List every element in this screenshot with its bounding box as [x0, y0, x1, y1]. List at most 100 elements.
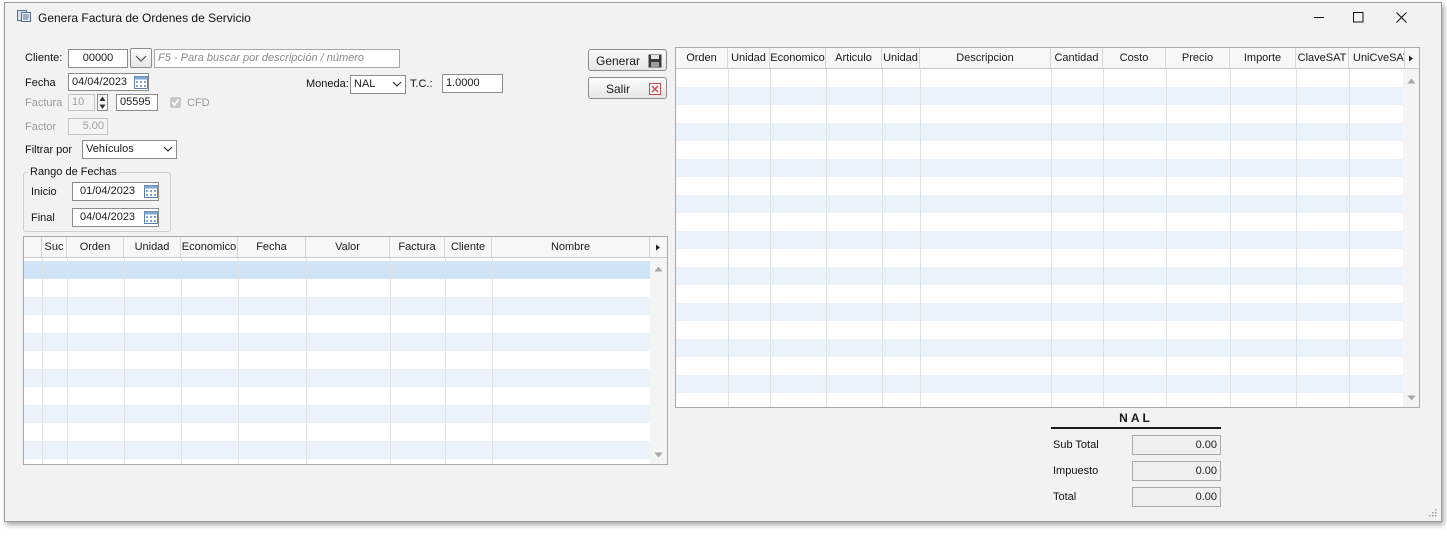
maximize-button[interactable]	[1336, 3, 1380, 31]
detail-col-unidad[interactable]: Unidad	[728, 48, 770, 68]
scroll-right-icon[interactable]	[655, 244, 661, 251]
orders-col-factura[interactable]: Factura	[390, 237, 445, 257]
factor-field[interactable]: 5.00	[68, 118, 108, 135]
detail-grid[interactable]: Orden Unidad Economico Articulo Unidad D…	[675, 47, 1420, 408]
tc-field[interactable]: 1.0000	[442, 74, 503, 93]
detail-col-descripcion[interactable]: Descripcion	[920, 48, 1051, 68]
detail-col-clavesat[interactable]: ClaveSAT	[1296, 48, 1349, 68]
window-title: Genera Factura de Ordenes de Servicio	[38, 11, 251, 25]
detail-col-cantidad[interactable]: Cantidad	[1051, 48, 1103, 68]
chevron-down-icon	[392, 81, 402, 87]
table-row[interactable]	[24, 441, 650, 459]
table-row[interactable]	[24, 279, 650, 297]
table-row[interactable]	[24, 261, 650, 279]
table-row[interactable]	[676, 177, 1403, 195]
orders-col-cliente[interactable]: Cliente	[445, 237, 492, 257]
column-divider	[445, 258, 446, 464]
detail-col-economico[interactable]: Economico	[770, 48, 826, 68]
table-row[interactable]	[676, 267, 1403, 285]
detail-grid-scrollbar[interactable]	[1403, 69, 1419, 407]
table-row[interactable]	[24, 297, 650, 315]
table-row[interactable]	[24, 315, 650, 333]
scroll-up-icon[interactable]	[1407, 78, 1416, 84]
factor-label: Factor	[25, 121, 57, 133]
table-row[interactable]	[676, 213, 1403, 231]
orders-col-fecha[interactable]: Fecha	[238, 237, 306, 257]
fecha-label: Fecha	[25, 77, 56, 89]
factura-label: Factura	[25, 97, 63, 109]
table-row[interactable]	[676, 285, 1403, 303]
table-row[interactable]	[676, 303, 1403, 321]
close-button[interactable]	[1379, 3, 1423, 31]
factura-serie-stepper[interactable]	[97, 94, 108, 111]
scroll-up-icon[interactable]	[654, 266, 663, 272]
table-row[interactable]	[676, 195, 1403, 213]
checkmark-icon	[171, 99, 180, 107]
salir-button[interactable]: Salir	[588, 77, 667, 99]
table-row[interactable]	[24, 387, 650, 405]
orders-grid-scrollbar[interactable]	[650, 258, 667, 464]
cliente-search-input[interactable]: F5 - Para buscar por descripción / númer…	[154, 49, 400, 68]
fecha-value: 04/04/2023	[72, 76, 128, 88]
arrow-up-icon[interactable]	[99, 96, 106, 102]
table-row[interactable]	[676, 357, 1403, 375]
scroll-right-icon[interactable]	[1408, 55, 1414, 62]
table-row[interactable]	[676, 123, 1403, 141]
table-row[interactable]	[676, 69, 1403, 87]
orders-col-unidad[interactable]: Unidad	[124, 237, 181, 257]
moneda-select[interactable]: NAL	[350, 75, 406, 94]
column-divider	[181, 258, 182, 464]
cliente-dropdown-button[interactable]	[130, 48, 152, 68]
save-icon	[648, 54, 662, 68]
orders-col-valor[interactable]: Valor	[306, 237, 390, 257]
column-divider	[882, 69, 883, 407]
detail-col-importe[interactable]: Importe	[1230, 48, 1296, 68]
table-row[interactable]	[24, 423, 650, 441]
detail-col-articulo[interactable]: Articulo	[826, 48, 882, 68]
cliente-field[interactable]: 00000	[68, 49, 128, 68]
table-row[interactable]	[24, 369, 650, 387]
generar-button[interactable]: Generar	[588, 49, 667, 71]
generar-label: Generar	[596, 54, 641, 68]
table-row[interactable]	[676, 159, 1403, 177]
orders-col-orden[interactable]: Orden	[67, 237, 124, 257]
orders-col-suc[interactable]: Suc	[42, 237, 67, 257]
final-label: Final	[31, 212, 55, 224]
orders-col-nombre[interactable]: Nombre	[492, 237, 650, 257]
detail-col-costo[interactable]: Costo	[1103, 48, 1166, 68]
cfd-checkbox[interactable]	[170, 97, 181, 108]
table-row[interactable]	[676, 321, 1403, 339]
calendar-icon[interactable]	[134, 75, 148, 89]
calendar-icon[interactable]	[144, 184, 158, 198]
table-row[interactable]	[24, 351, 650, 369]
orders-col-economico[interactable]: Economico	[181, 237, 238, 257]
orders-grid[interactable]: Suc Orden Unidad Economico Fecha Valor F…	[23, 236, 668, 465]
detail-col-unidad-2[interactable]: Unidad	[882, 48, 920, 68]
resize-grip-icon[interactable]	[1427, 507, 1437, 517]
minimize-button[interactable]	[1297, 3, 1341, 31]
scroll-down-icon[interactable]	[654, 452, 663, 458]
app-icon	[17, 10, 31, 22]
scroll-down-icon[interactable]	[1407, 395, 1416, 401]
factura-numero-field[interactable]: 05595	[116, 94, 158, 111]
table-row[interactable]	[676, 231, 1403, 249]
table-row[interactable]	[676, 393, 1403, 407]
table-row[interactable]	[676, 339, 1403, 357]
table-row[interactable]	[24, 405, 650, 423]
tc-label: T.C.:	[410, 78, 433, 90]
impuesto-value: 0.00	[1132, 461, 1221, 481]
detail-col-orden[interactable]: Orden	[676, 48, 728, 68]
table-row[interactable]	[676, 249, 1403, 267]
calendar-icon[interactable]	[144, 210, 158, 224]
arrow-down-icon[interactable]	[99, 104, 106, 110]
detail-col-unicvesat[interactable]: UniCveSAT	[1349, 48, 1405, 68]
table-row[interactable]	[676, 105, 1403, 123]
filtrar-select[interactable]: Vehículos	[82, 140, 177, 159]
detail-col-precio[interactable]: Precio	[1166, 48, 1230, 68]
table-row[interactable]	[676, 87, 1403, 105]
table-row[interactable]	[676, 375, 1403, 393]
factura-serie-field[interactable]: 10	[68, 94, 95, 111]
table-row[interactable]	[676, 141, 1403, 159]
table-row[interactable]	[24, 333, 650, 351]
column-divider	[42, 258, 43, 464]
